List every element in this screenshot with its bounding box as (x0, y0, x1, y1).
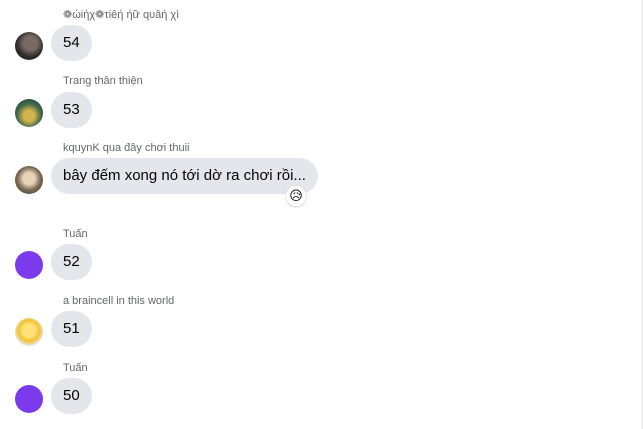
sender-name: a braincell in this world (63, 295, 175, 307)
avatar[interactable] (15, 99, 43, 127)
sender-name: ❁ώiήχ❁τiêή ήữ qυâή χì (63, 9, 180, 21)
message-bubble[interactable]: bây đếm xong nó tới dờ ra chơi rồi... (51, 158, 318, 194)
message-bubble[interactable]: 52 (51, 244, 92, 280)
message-bubble[interactable]: 53 (51, 92, 92, 128)
sender-name: Tuấn (63, 228, 88, 240)
avatar[interactable] (15, 385, 43, 413)
message-bubble[interactable]: 51 (51, 311, 92, 347)
avatar[interactable] (15, 251, 43, 279)
message-bubble[interactable]: 54 (51, 25, 92, 61)
sad-reaction-icon[interactable]: 😥 (286, 186, 306, 206)
message-bubble[interactable]: 50 (51, 378, 92, 414)
avatar[interactable] (15, 166, 43, 194)
sender-name: Trang thân thiện (63, 75, 143, 87)
avatar[interactable] (15, 32, 43, 60)
sender-name: kquynK qua đây chơi thuii (63, 142, 190, 154)
avatar[interactable] (15, 318, 43, 346)
sender-name: Tuấn (63, 362, 88, 374)
